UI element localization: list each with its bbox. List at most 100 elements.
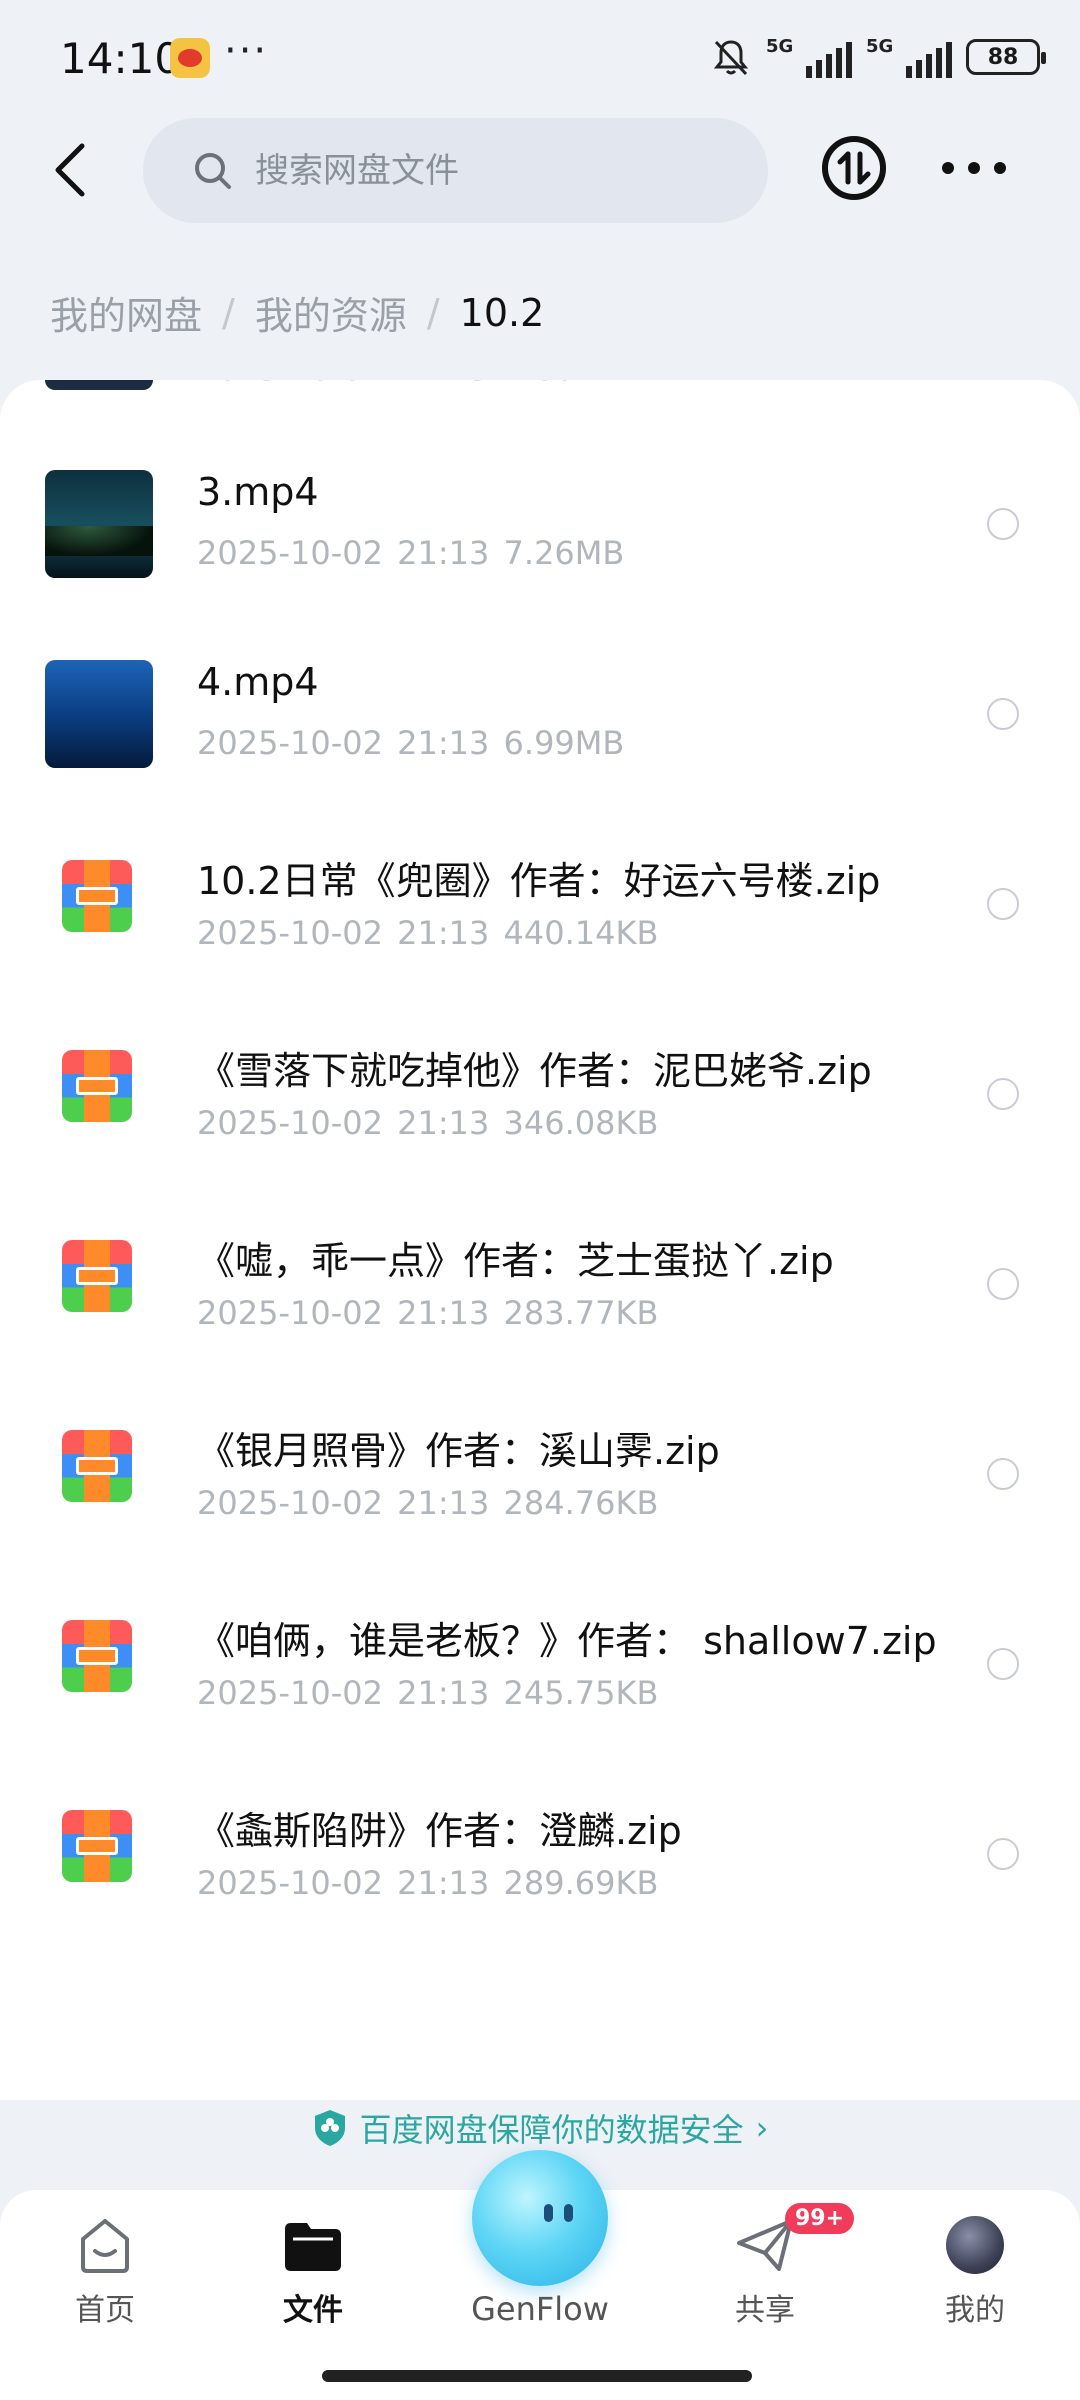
chevron-left-icon <box>55 143 85 197</box>
security-note-link[interactable]: 百度网盘保障你的数据安全 › <box>0 2105 1080 2151</box>
video-thumbnail <box>45 470 153 578</box>
file-name: 3.mp4 <box>197 470 319 514</box>
select-checkbox[interactable] <box>987 1838 1019 1870</box>
file-time: 21:13 <box>397 914 490 952</box>
breadcrumb: 我的网盘 / 我的资源 / 10.2 <box>50 285 544 340</box>
file-name: 《嘘，乖一点》作者：芝士蛋挞丫.zip <box>197 1239 834 1283</box>
file-time: 21:13 <box>397 380 489 388</box>
file-size: 284.76KB <box>503 1484 659 1522</box>
file-name: 10.2日常《兜圈》作者：好运六号楼.zip <box>197 859 881 903</box>
nav-label-home: 首页 <box>75 2293 135 2328</box>
file-row[interactable]: 《嘘，乖一点》作者：芝士蛋挞丫.zip 2025-10-02 21:13 283… <box>0 1200 1080 1390</box>
file-date: 2025-10-02 <box>197 380 383 388</box>
file-name: 《螽斯陷阱》作者：澄麟.zip <box>197 1809 682 1853</box>
file-date: 2025-10-02 <box>197 1864 383 1902</box>
file-meta: 2025-10-02 21:13 7.26MB <box>197 534 624 572</box>
file-row[interactable]: 《银月照骨》作者：溪山霁.zip 2025-10-02 21:13 284.76… <box>0 1390 1080 1580</box>
file-meta: 2025-10-02 21:13 289.69KB <box>197 1864 658 1902</box>
select-checkbox[interactable] <box>987 888 1019 920</box>
file-time: 21:13 <box>397 1104 490 1142</box>
file-name: 《银月照骨》作者：溪山霁.zip <box>197 1429 720 1473</box>
breadcrumb-separator: / <box>426 290 440 335</box>
select-checkbox[interactable] <box>987 1458 1019 1490</box>
nav-label-files: 文件 <box>283 2293 343 2328</box>
nav-item-files[interactable]: 文件 <box>238 2213 388 2329</box>
breadcrumb-item-current: 10.2 <box>459 290 545 335</box>
file-size: 283.77KB <box>503 1294 659 1332</box>
nav-label-me: 我的 <box>945 2293 1005 2328</box>
file-name: 《咱俩，谁是老板？》作者： shallow7.zip <box>197 1619 937 1663</box>
file-time: 21:13 <box>397 724 490 762</box>
transfer-list-button[interactable] <box>820 134 888 202</box>
file-meta: 2025-10-02 21:13 6.99MB <box>197 724 624 762</box>
status-indicators: 5G 5G 88 <box>710 36 1046 78</box>
file-name: 4.mp4 <box>197 660 319 704</box>
back-button[interactable] <box>40 135 100 205</box>
select-checkbox[interactable] <box>987 1268 1019 1300</box>
zip-file-icon <box>62 1620 132 1692</box>
breadcrumb-separator: / <box>222 290 235 335</box>
zip-file-icon <box>62 1810 132 1882</box>
file-meta: 2025-10-02 21:13 245.75KB <box>197 1674 658 1712</box>
signal-icon-2: 5G <box>866 36 952 78</box>
file-time: 21:13 <box>397 1864 490 1902</box>
select-checkbox[interactable] <box>987 1648 1019 1680</box>
file-meta: 2025-10-02 21:13 284.76KB <box>197 1484 658 1522</box>
file-date: 2025-10-02 <box>197 1674 383 1712</box>
nav-label-share: 共享 <box>735 2293 795 2328</box>
file-row[interactable]: 《雪落下就吃掉他》作者：泥巴姥爷.zip 2025-10-02 21:13 34… <box>0 1010 1080 1200</box>
nav-item-home[interactable]: 首页 <box>30 2213 180 2329</box>
video-thumbnail <box>45 380 153 390</box>
file-meta: 2025-10-02 21:13 440.14KB <box>197 914 658 952</box>
select-checkbox[interactable] <box>987 508 1019 540</box>
file-row[interactable]: 《螽斯陷阱》作者：澄麟.zip 2025-10-02 21:13 289.69K… <box>0 1770 1080 1960</box>
file-date: 2025-10-02 <box>197 724 383 762</box>
status-time: 14:10 <box>60 34 182 83</box>
file-size: 4.60MB <box>504 380 625 388</box>
breadcrumb-item-my-resources[interactable]: 我的资源 <box>255 285 407 340</box>
status-more-notifications: ··· <box>224 28 269 74</box>
file-size: 346.08KB <box>503 1104 659 1142</box>
bell-off-icon <box>713 40 749 76</box>
signal-label: 5G <box>766 36 794 57</box>
signal-icon-1: 5G <box>766 36 852 78</box>
file-row[interactable]: 《咱俩，谁是老板？》作者： shallow7.zip 2025-10-02 21… <box>0 1580 1080 1770</box>
file-date: 2025-10-02 <box>197 1484 383 1522</box>
home-icon <box>81 2219 129 2273</box>
signal-label: 5G <box>866 36 894 57</box>
dot-icon <box>968 162 980 174</box>
genflow-button[interactable] <box>472 2150 608 2286</box>
zip-file-icon <box>62 1430 132 1502</box>
chevron-right-icon: › <box>755 2109 769 2147</box>
breadcrumb-item-my-drive[interactable]: 我的网盘 <box>50 285 202 340</box>
nav-item-me[interactable]: 我的 <box>900 2213 1050 2329</box>
search-box[interactable] <box>143 118 768 223</box>
file-size: 245.75KB <box>503 1674 659 1712</box>
search-input[interactable] <box>255 150 695 191</box>
file-list: 2025-10-02 21:13 4.60MB 3.mp4 2025-10-02… <box>0 380 1080 2100</box>
file-size: 440.14KB <box>503 914 659 952</box>
file-row[interactable]: 3.mp4 2025-10-02 21:13 7.26MB <box>0 440 1080 630</box>
select-checkbox[interactable] <box>987 698 1019 730</box>
file-date: 2025-10-02 <box>197 1104 383 1142</box>
file-date: 2025-10-02 <box>197 534 383 572</box>
folder-icon <box>285 2223 341 2271</box>
zip-file-icon <box>62 1050 132 1122</box>
avatar <box>943 2213 1007 2277</box>
status-bar: 14:10 ··· 5G 5G 88 <box>0 0 1080 120</box>
genflow-eye <box>564 2204 573 2222</box>
shield-icon <box>314 2110 345 2146</box>
more-options-button[interactable] <box>942 148 1006 188</box>
file-row[interactable]: 2025-10-02 21:13 4.60MB <box>0 380 1080 440</box>
file-meta: 2025-10-02 21:13 346.08KB <box>197 1104 658 1142</box>
video-thumbnail <box>45 660 153 768</box>
home-indicator[interactable] <box>322 2370 752 2382</box>
nav-label-genflow: GenFlow <box>471 2290 609 2328</box>
select-checkbox[interactable] <box>987 1078 1019 1110</box>
weibo-notification-icon <box>170 38 210 78</box>
search-icon <box>195 152 231 189</box>
file-row[interactable]: 10.2日常《兜圈》作者：好运六号楼.zip 2025-10-02 21:13 … <box>0 820 1080 1010</box>
file-meta: 2025-10-02 21:13 283.77KB <box>197 1294 658 1332</box>
file-row[interactable]: 4.mp4 2025-10-02 21:13 6.99MB <box>0 630 1080 820</box>
genflow-eye <box>544 2204 553 2222</box>
